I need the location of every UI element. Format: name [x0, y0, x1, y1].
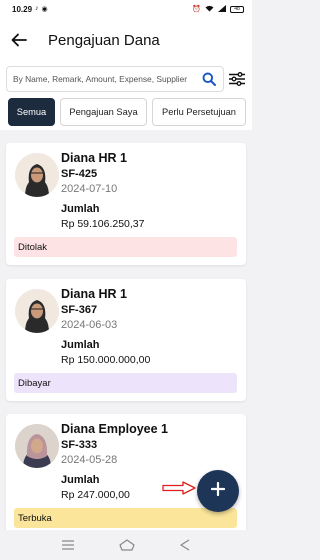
tab-pengajuan-saya[interactable]: Pengajuan Saya: [60, 98, 147, 126]
amount-label: Jumlah: [61, 474, 100, 486]
signal-icon: [218, 4, 226, 14]
search-box: [6, 66, 224, 92]
menu-lines-icon[interactable]: [62, 540, 75, 550]
status-bar: 10.29 ♪ ◉ ⏰ 48: [0, 0, 252, 18]
add-request-button[interactable]: [197, 470, 239, 512]
alarm-icon: ⏰: [192, 6, 201, 13]
filter-tabs: Semua Pengajuan Saya Perlu Persetujuan: [0, 96, 252, 130]
amount-value: Rp 247.000,00: [61, 489, 130, 501]
amount-value: Rp 150.000.000,00: [61, 354, 151, 366]
avatar: [15, 153, 59, 197]
requester-name: Diana Employee 1: [61, 422, 168, 436]
request-date: 2024-05-28: [61, 454, 118, 466]
request-date: 2024-06-03: [61, 319, 118, 331]
system-nav-bar: [0, 530, 252, 560]
requester-name: Diana HR 1: [61, 287, 127, 301]
annotation-arrow-icon: [162, 481, 196, 495]
status-badge: Terbuka: [14, 508, 237, 528]
battery-icon: 48: [230, 5, 244, 13]
record-icon: ◉: [41, 6, 48, 13]
request-card[interactable]: Diana HR 1 SF-425 2024-07-10 Jumlah Rp 5…: [6, 143, 246, 265]
wifi-icon: [205, 5, 214, 14]
requester-name: Diana HR 1: [61, 151, 127, 165]
request-code: SF-333: [61, 439, 98, 451]
app-bar: Pengajuan Dana: [0, 18, 252, 62]
home-icon[interactable]: [119, 539, 135, 551]
tab-perlu-persetujuan[interactable]: Perlu Persetujuan: [152, 98, 246, 126]
amount-value: Rp 59.106.250,37: [61, 218, 145, 230]
search-input[interactable]: [13, 74, 201, 84]
plus-icon: [210, 481, 226, 501]
status-badge: Ditolak: [14, 237, 237, 257]
amount-label: Jumlah: [61, 339, 100, 351]
amount-label: Jumlah: [61, 203, 100, 215]
tab-semua[interactable]: Semua: [8, 98, 55, 126]
filter-sliders-icon[interactable]: [229, 72, 245, 86]
arrow-left-icon[interactable]: [10, 31, 28, 49]
request-code: SF-367: [61, 304, 98, 316]
search-icon[interactable]: [202, 72, 216, 91]
request-code: SF-425: [61, 168, 98, 180]
avatar: [15, 424, 59, 468]
search-row: [0, 62, 252, 96]
status-time: 10.29: [12, 4, 33, 14]
tiktok-icon: ♪: [35, 5, 39, 12]
back-triangle-icon[interactable]: [180, 539, 190, 551]
status-badge: Dibayar: [14, 373, 237, 393]
request-card[interactable]: Diana HR 1 SF-367 2024-06-03 Jumlah Rp 1…: [6, 279, 246, 401]
avatar: [15, 289, 59, 333]
page-title: Pengajuan Dana: [48, 31, 160, 49]
request-date: 2024-07-10: [61, 183, 118, 195]
